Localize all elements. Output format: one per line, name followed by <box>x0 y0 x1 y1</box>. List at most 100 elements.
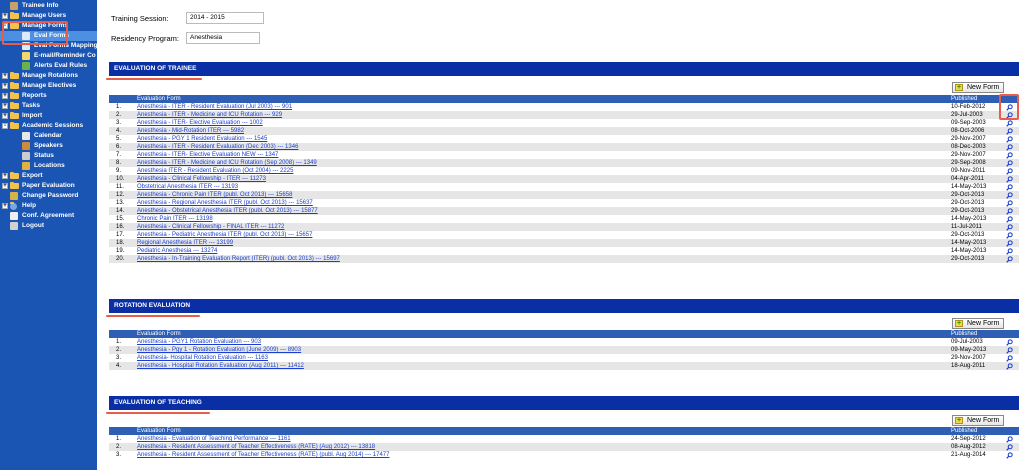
preview-magnifier-icon[interactable] <box>1006 436 1013 443</box>
column-published[interactable]: Published <box>951 330 977 338</box>
new-form-button[interactable]: + New Form <box>952 318 1005 329</box>
preview-magnifier-icon[interactable] <box>1006 200 1013 207</box>
preview-magnifier-icon[interactable] <box>1006 347 1013 354</box>
form-link[interactable]: Anesthesia - Clinical Fellowship - ITER … <box>137 175 266 183</box>
form-link[interactable]: Anesthesia - In-Training Evaluation Repo… <box>137 255 340 263</box>
preview-magnifier-icon[interactable] <box>1006 216 1013 223</box>
sidebar-item-conf-agreement[interactable]: Conf. Agreement <box>0 211 97 221</box>
preview-magnifier-icon[interactable] <box>1006 160 1013 167</box>
preview-magnifier-icon[interactable] <box>1006 256 1013 263</box>
form-link[interactable]: Anesthesia - ITER - Resident Evaluation … <box>137 143 298 151</box>
table-row: 5. Anesthesia - PGY 1 Resident Evaluation… <box>109 135 1019 143</box>
sidebar-item-status[interactable]: Status <box>0 151 97 161</box>
preview-magnifier-icon[interactable] <box>1006 444 1013 451</box>
sidebar-item-export[interactable]: + Export <box>0 171 97 181</box>
collapse-icon[interactable]: - <box>2 123 8 129</box>
new-form-button[interactable]: + New Form <box>952 415 1005 426</box>
preview-magnifier-icon[interactable] <box>1006 208 1013 215</box>
preview-magnifier-icon[interactable] <box>1006 240 1013 247</box>
sidebar-item-reports[interactable]: + Reports <box>0 91 97 101</box>
form-link[interactable]: Anesthesia - Mid-Rotation ITER --- 5982 <box>137 127 244 135</box>
sidebar-item-manage-rotations[interactable]: + Manage Rotations <box>0 71 97 81</box>
column-published[interactable]: Published <box>951 427 977 435</box>
preview-magnifier-icon[interactable] <box>1006 363 1013 370</box>
form-link[interactable]: Anesthesia - ITER - Medicine and ICU Rot… <box>137 159 317 167</box>
form-link[interactable]: Anesthesia - PGY1 Rotation Evaluation --… <box>137 338 261 346</box>
preview-magnifier-icon[interactable] <box>1006 192 1013 199</box>
preview-magnifier-icon[interactable] <box>1006 152 1013 159</box>
form-link[interactable]: Anesthesia - PGY 1 Resident Evaluation -… <box>137 135 267 143</box>
add-icon: + <box>955 320 963 327</box>
form-link[interactable]: Anesthesia - Chronic Pain ITER (publ. Oc… <box>137 191 292 199</box>
form-link[interactable]: Anesthesia - Hospital Rotation Evaluatio… <box>137 362 304 370</box>
sidebar-item-paper-evaluation[interactable]: + Paper Evaluation <box>0 181 97 191</box>
sidebar-item-logout[interactable]: Logout <box>0 221 97 231</box>
expand-icon[interactable]: + <box>2 93 8 99</box>
form-link[interactable]: Anesthesia - Pediatric Anesthesia ITER (… <box>137 231 312 239</box>
sidebar-item-alerts-eval-rules[interactable]: Alerts Eval Rules <box>0 61 97 71</box>
sidebar-item-change-password[interactable]: Change Password <box>0 191 97 201</box>
preview-magnifier-icon[interactable] <box>1006 128 1013 135</box>
preview-magnifier-icon[interactable] <box>1006 144 1013 151</box>
expand-icon[interactable]: + <box>2 13 8 19</box>
preview-magnifier-icon[interactable] <box>1006 120 1013 127</box>
sidebar-item-manage-electives[interactable]: + Manage Electives <box>0 81 97 91</box>
form-link[interactable]: Anesthesia - Pgy 1 - Rotation Evaluation… <box>137 346 301 354</box>
sidebar-item-calendar[interactable]: Calendar <box>0 131 97 141</box>
preview-magnifier-icon[interactable] <box>1006 176 1013 183</box>
training-session-select[interactable]: 2014 - 2015 <box>186 12 264 24</box>
form-link[interactable]: Anesthesia - Clinical Fellowship - FINAL… <box>137 223 284 231</box>
form-link[interactable]: Anesthesia - Evaluation of Teaching Perf… <box>137 435 291 443</box>
preview-magnifier-icon[interactable] <box>1006 248 1013 255</box>
form-link[interactable]: Anesthesia ITER - Resident Evaluation (O… <box>137 167 293 175</box>
form-link[interactable]: Anesthesia - ITER- Elective Evaluation N… <box>137 151 278 159</box>
form-link[interactable]: Anesthesia - ITER - Medicine and ICU Rot… <box>137 111 282 119</box>
form-link[interactable]: Regional Anesthesia ITER --- 13199 <box>137 239 233 247</box>
new-form-button[interactable]: + New Form <box>952 82 1005 93</box>
expand-icon[interactable]: + <box>2 173 8 179</box>
preview-magnifier-icon[interactable] <box>1006 339 1013 346</box>
sidebar-item-trainee-info[interactable]: Trainee Info <box>0 1 97 11</box>
sidebar-item-e-mail-reminder-co[interactable]: E-mail/Reminder Co <box>0 51 97 61</box>
expand-icon[interactable]: + <box>2 113 8 119</box>
sidebar-item-manage-users[interactable]: + Manage Users <box>0 11 97 21</box>
form-link[interactable]: Anesthesia - ITER - Resident Evaluation … <box>137 103 292 111</box>
sidebar-item-tasks[interactable]: + Tasks <box>0 101 97 111</box>
row-number: 2. <box>116 112 122 118</box>
form-link[interactable]: Anesthesia - Regional Anesthesia ITER (p… <box>137 199 313 207</box>
column-evaluation-form[interactable]: Evaluation Form <box>137 330 181 338</box>
published-date: 29-Nov-2007 <box>951 152 986 158</box>
form-link[interactable]: Chronic Pain ITER --- 13198 <box>137 215 213 223</box>
sidebar-item-import[interactable]: + Import <box>0 111 97 121</box>
preview-magnifier-icon[interactable] <box>1006 224 1013 231</box>
expand-icon[interactable]: + <box>2 73 8 79</box>
preview-magnifier-icon[interactable] <box>1006 452 1013 459</box>
sidebar-item-help[interactable]: + Help <box>0 201 97 211</box>
column-evaluation-form[interactable]: Evaluation Form <box>137 427 181 435</box>
expand-icon[interactable]: + <box>2 183 8 189</box>
column-evaluation-form[interactable]: Evaluation Form <box>137 95 181 103</box>
preview-magnifier-icon[interactable] <box>1006 168 1013 175</box>
preview-magnifier-icon[interactable] <box>1006 232 1013 239</box>
preview-magnifier-icon[interactable] <box>1006 184 1013 191</box>
form-link[interactable]: Anesthesia- Hospital Rotation Evaluation… <box>137 354 268 362</box>
form-link[interactable]: Obstetrical Anesthesia ITER --- 13193 <box>137 183 238 191</box>
form-link[interactable]: Pediatric Anesthesia --- 13274 <box>137 247 217 255</box>
residency-program-select[interactable]: Anesthesia <box>186 32 260 44</box>
form-link[interactable]: Anesthesia - Obstetrical Anesthesia ITER… <box>137 207 318 215</box>
annotation-box-preview-icons <box>999 94 1019 120</box>
expand-icon[interactable]: + <box>2 83 8 89</box>
sidebar-item-locations[interactable]: Locations <box>0 161 97 171</box>
form-link[interactable]: Anesthesia - ITER- Elective Evaluation -… <box>137 119 263 127</box>
expand-icon[interactable]: + <box>2 203 8 209</box>
preview-magnifier-icon[interactable] <box>1006 136 1013 143</box>
row-number: 3. <box>116 452 122 458</box>
sidebar-item-speakers[interactable]: Speakers <box>0 141 97 151</box>
sidebar-item-academic-sessions[interactable]: - Academic Sessions <box>0 121 97 131</box>
sidebar-item-label: Logout <box>22 222 45 229</box>
column-published[interactable]: Published <box>951 95 977 103</box>
form-link[interactable]: Anesthesia - Resident Assessment of Teac… <box>137 443 375 451</box>
form-link[interactable]: Anesthesia - Resident Assessment of Teac… <box>137 451 389 459</box>
expand-icon[interactable]: + <box>2 103 8 109</box>
preview-magnifier-icon[interactable] <box>1006 355 1013 362</box>
